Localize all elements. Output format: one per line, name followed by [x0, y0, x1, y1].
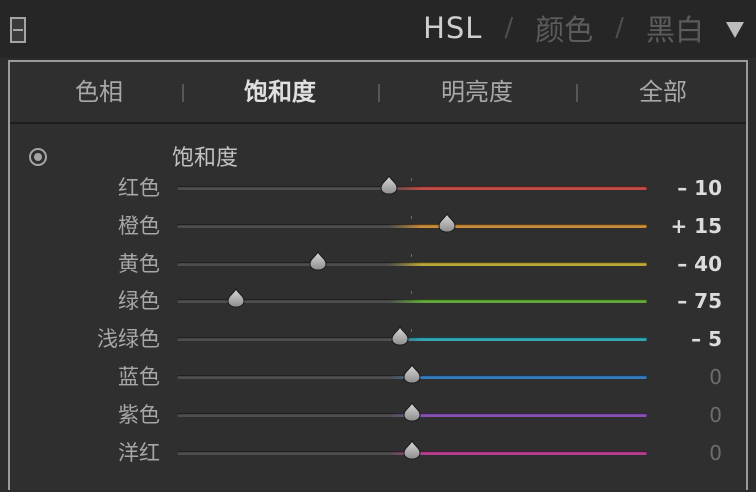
tab-separator: /	[615, 13, 624, 43]
slider-label: 橙色	[118, 213, 160, 238]
slider-label: 蓝色	[118, 365, 160, 389]
slider-label: 紫色	[118, 402, 160, 427]
slider-thumb[interactable]	[227, 288, 245, 308]
slider-track[interactable]	[177, 299, 647, 304]
slider-value[interactable]: – 75	[677, 286, 722, 316]
slider-row: 黄色 – 40	[10, 247, 746, 283]
adjustment-subtabs: 色相 饱和度 明亮度 全部	[10, 62, 746, 124]
hsl-content-frame: 色相 饱和度 明亮度 全部 饱和度 红色 – 10 橙色 + 15 黄色 – 40 绿色 – …	[8, 60, 748, 490]
slider-row: 绿色 – 75	[10, 284, 746, 320]
slider-center-tick	[411, 291, 412, 295]
slider-center-tick	[411, 253, 412, 257]
section-title: 饱和度	[172, 146, 239, 171]
subtab-divider	[182, 84, 184, 102]
slider-track[interactable]	[177, 337, 647, 342]
slider-thumb[interactable]	[403, 401, 421, 422]
panel-toggle-triangle-icon[interactable]	[726, 22, 744, 38]
tab-color[interactable]: 颜色	[535, 7, 593, 49]
subtab-divider	[576, 84, 578, 102]
panel-header: HSL / 颜色 / 黑白	[0, 0, 756, 58]
slider-center-tick	[411, 329, 412, 333]
tab-hsl[interactable]: HSL	[423, 11, 482, 45]
slider-value[interactable]: – 40	[677, 249, 722, 279]
subtab-saturation[interactable]: 饱和度	[205, 62, 355, 122]
slider-value[interactable]: 0	[709, 362, 722, 392]
slider-value[interactable]: 0	[709, 438, 722, 468]
slider-thumb[interactable]	[391, 326, 409, 346]
subtab-hue[interactable]: 色相	[24, 62, 174, 122]
slider-row: 橙色 + 15	[10, 209, 746, 245]
panel-mode-tabs: HSL / 颜色 / 黑白	[423, 8, 744, 48]
tab-black-white[interactable]: 黑白	[646, 7, 704, 49]
slider-row: 紫色 0	[10, 398, 746, 434]
panel-collapse-icon[interactable]	[10, 17, 26, 43]
slider-label: 绿色	[118, 289, 160, 314]
hsl-panel: HSL / 颜色 / 黑白 色相 饱和度 明亮度 全部 饱和度 红色 – 10 橙色…	[0, 0, 756, 492]
subtab-luminance[interactable]: 明亮度	[402, 62, 552, 122]
slider-label: 洋红	[118, 440, 160, 465]
subtab-divider	[378, 84, 380, 102]
slider-track[interactable]	[177, 223, 647, 228]
slider-thumb[interactable]	[403, 364, 421, 384]
slider-center-tick	[411, 178, 412, 181]
subtab-all[interactable]: 全部	[588, 62, 738, 122]
slider-row: 洋红 0	[10, 436, 746, 472]
slider-label: 红色	[118, 176, 160, 200]
slider-value[interactable]: + 15	[670, 211, 722, 241]
slider-value[interactable]: – 5	[691, 324, 722, 354]
slider-track[interactable]	[177, 186, 647, 190]
slider-label: 浅绿色	[97, 327, 160, 352]
slider-row: 浅绿色 – 5	[10, 322, 746, 358]
targeted-adjustment-tool-icon[interactable]	[29, 148, 47, 166]
slider-thumb[interactable]	[438, 212, 456, 233]
slider-row: 红色 – 10	[10, 171, 746, 207]
tab-separator: /	[504, 13, 514, 43]
slider-thumb[interactable]	[379, 175, 398, 195]
slider-label: 黄色	[118, 251, 160, 276]
slider-thumb[interactable]	[403, 439, 421, 460]
slider-thumb[interactable]	[309, 250, 327, 271]
slider-value[interactable]: 0	[709, 400, 722, 430]
slider-center-tick	[411, 215, 412, 219]
slider-track[interactable]	[177, 261, 647, 266]
slider-row: 蓝色 0	[10, 360, 746, 396]
slider-value[interactable]: – 10	[677, 173, 722, 203]
